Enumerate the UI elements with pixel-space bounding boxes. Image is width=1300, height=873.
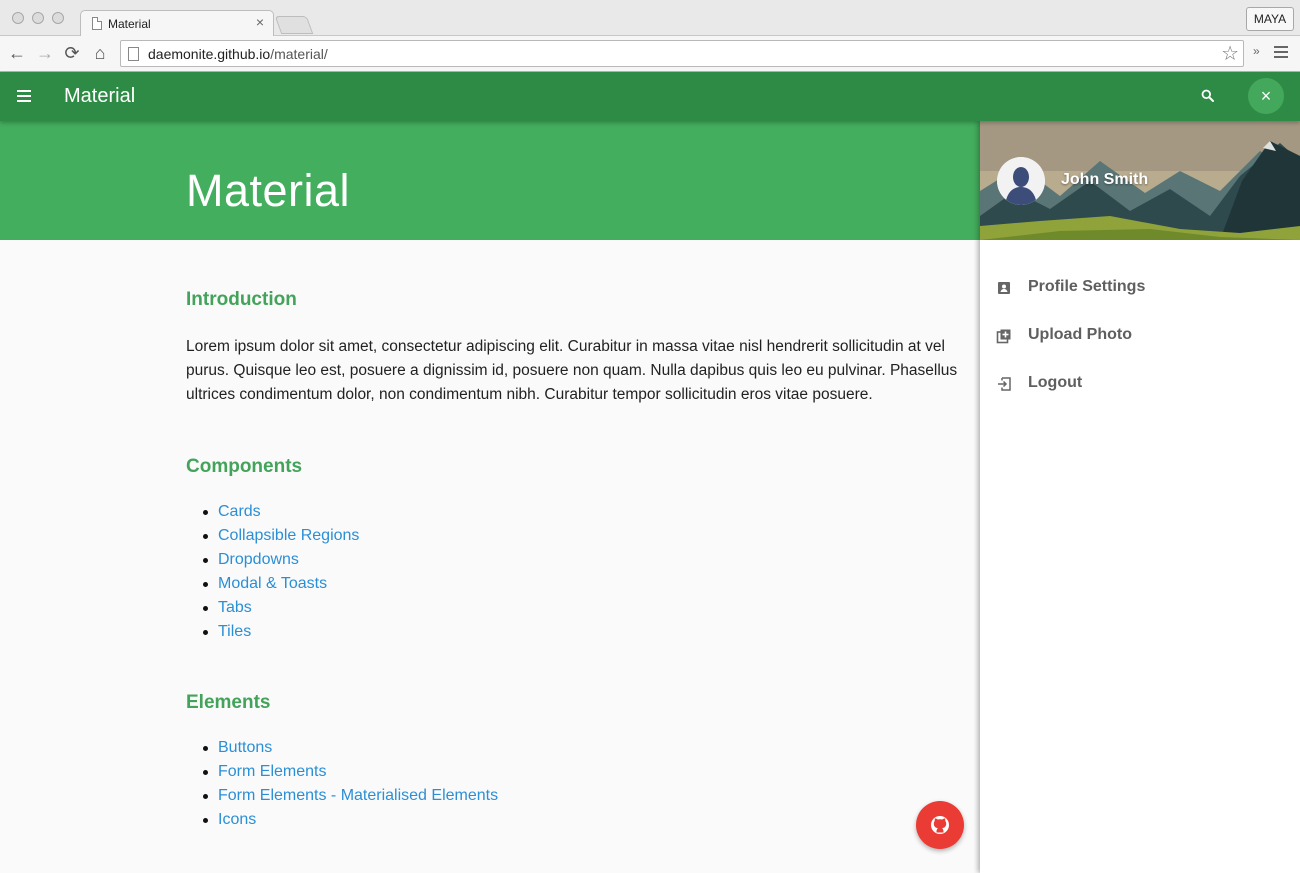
introduction-heading: Introduction bbox=[186, 289, 297, 310]
page-icon bbox=[92, 17, 102, 30]
exit-to-app-icon bbox=[998, 377, 1011, 391]
list-item: Form Elements bbox=[186, 760, 966, 784]
page-icon bbox=[128, 47, 139, 61]
extensions-chevron-icon[interactable]: » bbox=[1253, 44, 1260, 58]
home-icon[interactable]: ⌂ bbox=[90, 42, 110, 64]
drawer-item-profile-settings[interactable]: Profile Settings bbox=[980, 264, 1300, 312]
profile-button[interactable]: MAYA bbox=[1246, 7, 1294, 31]
browser-tab-strip: Material × MAYA bbox=[0, 0, 1300, 37]
url-text[interactable]: daemonite.github.io/material/ bbox=[148, 46, 328, 62]
avatar bbox=[997, 157, 1045, 205]
components-link-tiles[interactable]: Tiles bbox=[218, 623, 251, 640]
list-item: Cards bbox=[186, 500, 966, 524]
close-icon: × bbox=[1260, 86, 1272, 106]
tab-title: Material bbox=[108, 17, 151, 31]
url-host: daemonite.github.io bbox=[148, 46, 271, 62]
window-minimize-button[interactable] bbox=[32, 12, 44, 24]
tab-close-icon[interactable]: × bbox=[256, 14, 264, 30]
hero-banner: Material bbox=[0, 121, 980, 240]
components-list: Cards Collapsible Regions Dropdowns Moda… bbox=[186, 500, 966, 644]
drawer-item-label: Upload Photo bbox=[1028, 326, 1132, 343]
elements-link-buttons[interactable]: Buttons bbox=[218, 739, 272, 756]
components-link-modal[interactable]: Modal & Toasts bbox=[218, 575, 327, 592]
browser-toolbar: ← → ⟳ ⌂ daemonite.github.io/material/ ☆ … bbox=[0, 36, 1300, 72]
account-box-icon bbox=[998, 282, 1010, 294]
list-item: Dropdowns bbox=[186, 548, 966, 572]
drawer-item-label: Logout bbox=[1028, 374, 1083, 391]
browser-menu-icon[interactable] bbox=[1274, 46, 1288, 60]
url-path: /material/ bbox=[270, 46, 328, 62]
elements-link-icons[interactable]: Icons bbox=[218, 811, 256, 828]
components-link-cards[interactable]: Cards bbox=[218, 503, 261, 520]
search-icon[interactable] bbox=[1200, 88, 1216, 104]
forward-icon[interactable]: → bbox=[35, 42, 55, 64]
page-title: Material bbox=[186, 165, 351, 216]
browser-tab[interactable]: Material × bbox=[80, 10, 274, 37]
list-item: Form Elements - Materialised Elements bbox=[186, 784, 966, 808]
components-heading: Components bbox=[186, 456, 303, 477]
back-icon[interactable]: ← bbox=[7, 42, 27, 64]
elements-heading: Elements bbox=[186, 692, 271, 713]
star-icon[interactable]: ☆ bbox=[1221, 43, 1239, 65]
app-title: Material bbox=[64, 85, 136, 107]
window-close-button[interactable] bbox=[12, 12, 24, 24]
add-to-photos-icon bbox=[996, 329, 1011, 344]
elements-link-form-elements[interactable]: Form Elements bbox=[218, 763, 326, 780]
components-link-collapsible[interactable]: Collapsible Regions bbox=[218, 527, 359, 544]
github-icon bbox=[931, 816, 949, 834]
list-item: Tiles bbox=[186, 620, 966, 644]
drawer-item-label: Profile Settings bbox=[1028, 278, 1146, 295]
app-bar: Material × bbox=[0, 72, 1300, 121]
list-item: Buttons bbox=[186, 736, 966, 760]
components-link-tabs[interactable]: Tabs bbox=[218, 599, 252, 616]
user-name: John Smith bbox=[1061, 171, 1149, 188]
list-item: Collapsible Regions bbox=[186, 524, 966, 548]
address-bar[interactable]: daemonite.github.io/material/ ☆ bbox=[120, 40, 1244, 67]
drawer-item-logout[interactable]: Logout bbox=[980, 360, 1300, 408]
list-item: Tabs bbox=[186, 596, 966, 620]
user-silhouette-icon bbox=[997, 157, 1045, 205]
elements-list: Buttons Form Elements Form Elements - Ma… bbox=[186, 736, 966, 832]
menu-icon[interactable] bbox=[17, 90, 31, 102]
drawer-item-upload-photo[interactable]: Upload Photo bbox=[980, 312, 1300, 360]
list-item: Icons bbox=[186, 808, 966, 832]
reload-icon[interactable]: ⟳ bbox=[62, 42, 82, 64]
introduction-text: Lorem ipsum dolor sit amet, consectetur … bbox=[186, 338, 958, 403]
window-zoom-button[interactable] bbox=[52, 12, 64, 24]
main-content: Introduction Lorem ipsum dolor sit amet,… bbox=[186, 240, 966, 832]
new-tab-button[interactable] bbox=[274, 16, 314, 34]
user-drawer: John Smith Profile Settings Upload Photo… bbox=[980, 121, 1300, 873]
drawer-header: John Smith bbox=[980, 121, 1300, 240]
elements-link-materialised[interactable]: Form Elements - Materialised Elements bbox=[218, 787, 498, 804]
list-item: Modal & Toasts bbox=[186, 572, 966, 596]
close-drawer-button[interactable]: × bbox=[1248, 78, 1284, 114]
components-link-dropdowns[interactable]: Dropdowns bbox=[218, 551, 299, 568]
github-fab-button[interactable] bbox=[916, 801, 964, 849]
